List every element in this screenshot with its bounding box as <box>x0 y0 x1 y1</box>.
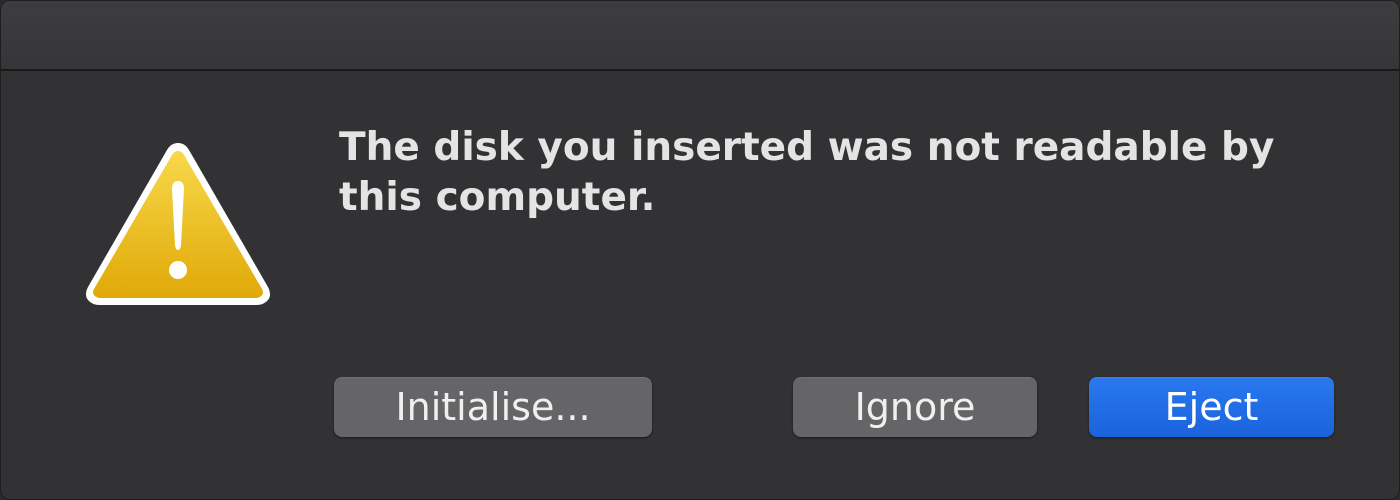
eject-button[interactable]: Eject <box>1089 377 1334 437</box>
dialog-titlebar <box>1 1 1399 71</box>
alert-message: The disk you inserted was not readable b… <box>339 125 1275 220</box>
initialise-button[interactable]: Initialise... <box>334 377 652 437</box>
ignore-button[interactable]: Ignore <box>793 377 1037 437</box>
warning-triangle-icon <box>81 137 275 309</box>
alert-dialog: The disk you inserted was not readable b… <box>0 0 1400 500</box>
